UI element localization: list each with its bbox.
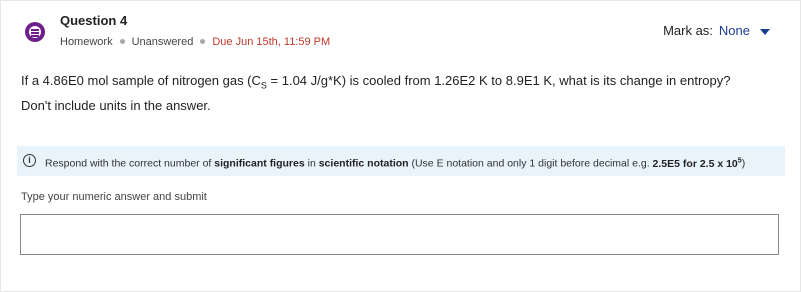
- answer-input[interactable]: [20, 214, 779, 255]
- question-text: If a 4.86E0 mol sample of nitrogen gas (…: [21, 71, 761, 115]
- question-type: Homework: [60, 36, 113, 48]
- question-meta: Homework Unanswered Due Jun 15th, 11:59 PM: [60, 36, 330, 48]
- info-icon: i: [23, 154, 36, 167]
- question-icon: [25, 22, 45, 42]
- info-bold: scientific notation: [318, 157, 409, 170]
- question-text-part: If a 4.86E0 mol sample of nitrogen gas (…: [21, 73, 261, 88]
- question-card: Question 4 Homework Unanswered Due Jun 15t…: [0, 0, 801, 292]
- separator-dot-icon: [119, 38, 125, 44]
- info-banner: i Respond with the correct number of sig…: [17, 146, 785, 176]
- info-text: Respond with the correct number of: [45, 157, 215, 170]
- mark-as-label: Mark as:: [663, 23, 713, 38]
- info-text: (Use E notation and only 1 digit before …: [408, 157, 653, 170]
- question-status: Unanswered: [131, 36, 194, 48]
- mark-as-value[interactable]: None: [719, 23, 750, 38]
- info-bold: significant figures: [214, 157, 305, 170]
- question-title: Question 4: [60, 13, 128, 28]
- due-date: Due Jun 15th, 11:59 PM: [212, 36, 331, 48]
- separator-dot-icon: [200, 38, 206, 44]
- info-text: ): [741, 157, 746, 170]
- info-text: in: [304, 157, 319, 170]
- info-bold: 2.5E5 for 2.5 x 10: [652, 157, 738, 170]
- info-example: 2.5E5 for 2.5 x 105: [652, 157, 742, 170]
- chevron-down-icon[interactable]: [760, 28, 770, 35]
- answer-prompt: Type your numeric answer and submit: [21, 191, 207, 203]
- mark-as-dropdown[interactable]: Mark as: None: [663, 23, 770, 38]
